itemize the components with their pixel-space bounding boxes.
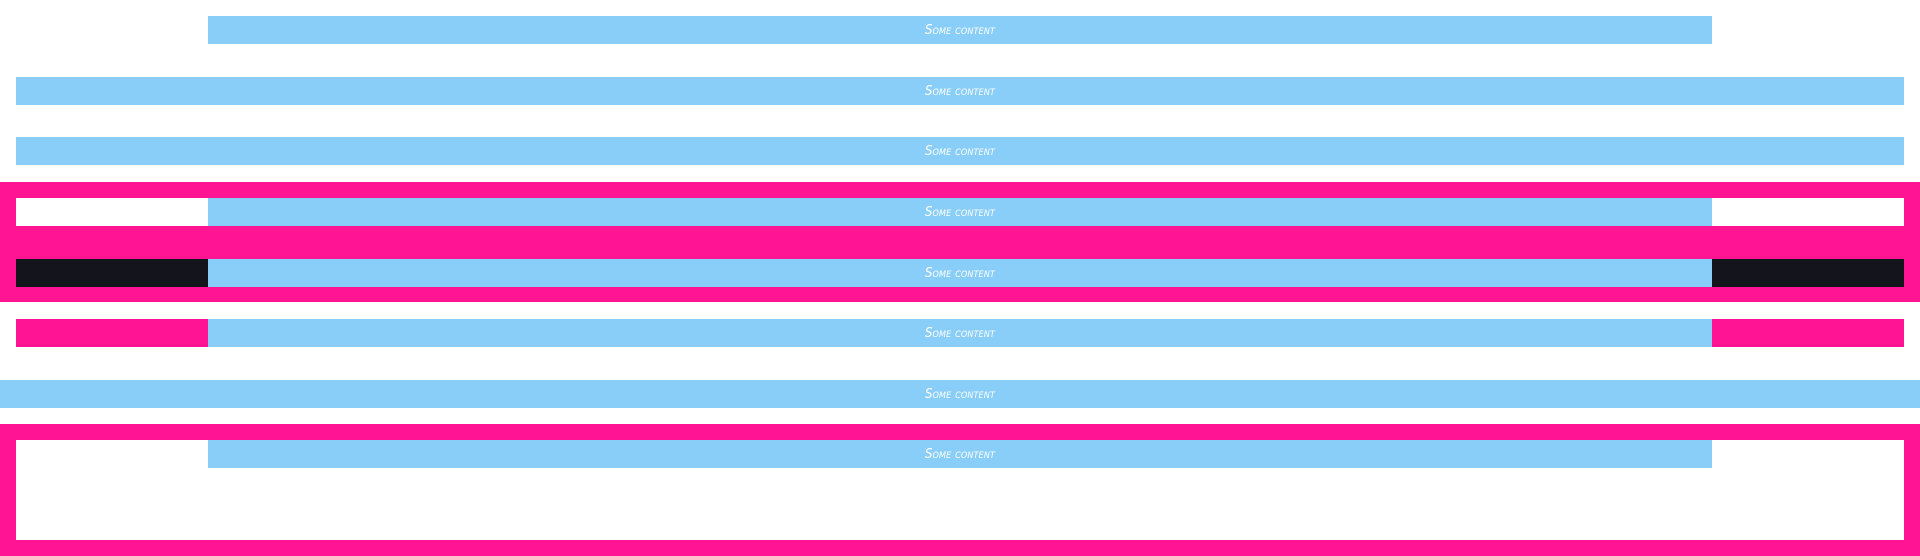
content-label: Some content bbox=[925, 83, 995, 99]
content-bar-8: Some content bbox=[208, 440, 1712, 468]
content-label: Some content bbox=[925, 204, 995, 220]
content-bar-3: Some content bbox=[16, 137, 1904, 165]
content-label: Some content bbox=[925, 325, 995, 341]
content-bar-1: Some content bbox=[208, 16, 1712, 44]
content-bar-4: Some content bbox=[208, 198, 1712, 226]
content-label: Some content bbox=[925, 446, 995, 462]
content-bar-6: Some content bbox=[208, 319, 1712, 347]
content-bar-7: Some content bbox=[0, 380, 1920, 408]
content-bar-2: Some content bbox=[16, 77, 1904, 105]
content-bar-5: Some content bbox=[208, 259, 1712, 287]
content-label: Some content bbox=[925, 143, 995, 159]
content-label: Some content bbox=[925, 22, 995, 38]
content-label: Some content bbox=[925, 265, 995, 281]
content-label: Some content bbox=[925, 386, 995, 402]
